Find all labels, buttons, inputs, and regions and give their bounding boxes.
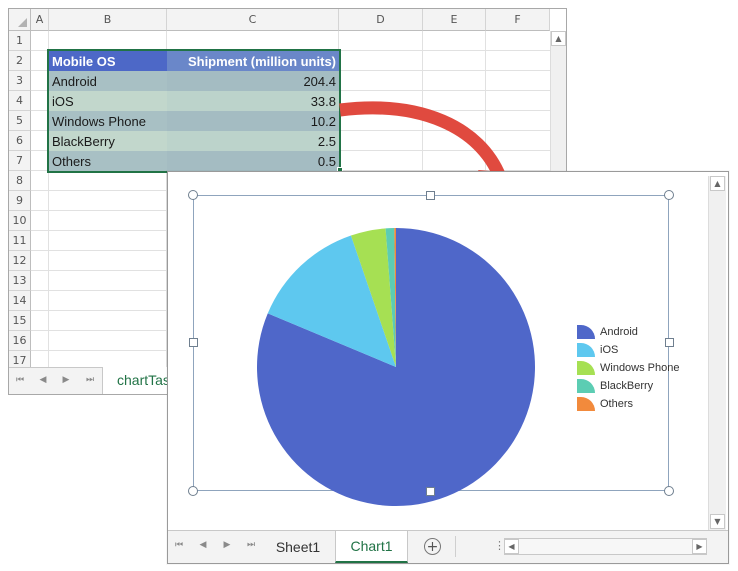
column-header-a[interactable]: A	[31, 9, 49, 31]
legend-label: BlackBerry	[600, 380, 654, 392]
resize-handle-left[interactable]	[189, 338, 198, 347]
scroll-left-icon[interactable]: ◀	[504, 539, 519, 554]
first-sheet-icon[interactable]: ⏮	[170, 540, 188, 550]
table-cell-value[interactable]: 2.5	[167, 131, 339, 151]
pie-chart[interactable]	[256, 227, 536, 507]
row-header-14[interactable]: 14	[9, 291, 31, 311]
legend-swatch-others	[577, 397, 595, 411]
horizontal-scrollbar[interactable]: ◀ ▶	[504, 538, 707, 555]
table-header-shipment[interactable]: Shipment (million units)	[167, 51, 339, 71]
legend-swatch-blackberry	[577, 379, 595, 393]
last-sheet-icon[interactable]: ⏭	[242, 540, 260, 550]
tab-chart1[interactable]: Chart1	[335, 531, 408, 563]
row-header-15[interactable]: 15	[9, 311, 31, 331]
legend-label: Others	[600, 398, 634, 410]
legend-item[interactable]: Windows Phone	[577, 359, 680, 377]
chart-sheet-window: ▲ ▼ Android iOS Windows Phone BlackBerry	[167, 171, 729, 564]
legend-swatch-android	[577, 325, 595, 339]
prev-sheet-icon[interactable]: ◀	[194, 540, 212, 550]
resize-handle-top-right[interactable]	[664, 190, 674, 200]
resize-handle-bottom-right[interactable]	[664, 486, 674, 496]
legend-swatch-ios	[577, 343, 595, 357]
row-header-16[interactable]: 16	[9, 331, 31, 351]
tab-sheet1[interactable]: Sheet1	[263, 531, 333, 563]
scroll-down-icon[interactable]: ▼	[710, 514, 725, 529]
chart-legend[interactable]: Android iOS Windows Phone BlackBerry Oth…	[577, 323, 680, 413]
row-header-5[interactable]: 5	[9, 111, 31, 131]
row-header-8[interactable]: 8	[9, 171, 31, 191]
table-cell-os[interactable]: BlackBerry	[49, 131, 167, 151]
scroll-right-icon[interactable]: ▶	[692, 539, 707, 554]
table-cell-value[interactable]: 0.5	[167, 151, 339, 171]
scroll-up-icon[interactable]: ▲	[710, 176, 725, 191]
table-header-os[interactable]: Mobile OS	[49, 51, 167, 71]
prev-sheet-icon[interactable]: ◀	[34, 375, 52, 385]
row-header-3[interactable]: 3	[9, 71, 31, 91]
row-header-7[interactable]: 7	[9, 151, 31, 171]
table-cell-os[interactable]: Android	[49, 71, 167, 91]
table-cell-value[interactable]: 33.8	[167, 91, 339, 111]
table-cell-os[interactable]: iOS	[49, 91, 167, 111]
next-sheet-icon[interactable]: ▶	[218, 540, 236, 550]
row-header-1[interactable]: 1	[9, 31, 31, 51]
row-header-13[interactable]: 13	[9, 271, 31, 291]
select-all-corner[interactable]	[9, 9, 31, 31]
legend-label: iOS	[600, 344, 619, 356]
sheet-tab-bar: ⏮ ◀ ▶ ⏭ Sheet1 Chart1 + ⋮ ◀ ▶	[168, 530, 728, 563]
row-header-11[interactable]: 11	[9, 231, 31, 251]
next-sheet-icon[interactable]: ▶	[57, 375, 75, 385]
legend-item[interactable]: BlackBerry	[577, 377, 680, 395]
plus-circle-icon[interactable]: +	[424, 538, 441, 555]
legend-swatch-windows-phone	[577, 361, 595, 375]
tab-separator	[455, 536, 456, 557]
row-header-12[interactable]: 12	[9, 251, 31, 271]
scroll-up-icon[interactable]: ▲	[551, 31, 566, 46]
resize-handle-bottom-left[interactable]	[188, 486, 198, 496]
column-header-c[interactable]: C	[167, 9, 339, 31]
column-header-f[interactable]: F	[486, 9, 550, 31]
resize-handle-right[interactable]	[665, 338, 674, 347]
row-header-9[interactable]: 9	[9, 191, 31, 211]
resize-handle-top-left[interactable]	[188, 190, 198, 200]
column-header-d[interactable]: D	[339, 9, 423, 31]
table-cell-os[interactable]: Windows Phone	[49, 111, 167, 131]
column-header-b[interactable]: B	[49, 9, 167, 31]
legend-label: Windows Phone	[600, 362, 680, 374]
row-header-10[interactable]: 10	[9, 211, 31, 231]
row-header-6[interactable]: 6	[9, 131, 31, 151]
last-sheet-icon[interactable]: ⏭	[81, 375, 99, 385]
vertical-scrollbar[interactable]: ▲ ▼	[708, 176, 726, 530]
resize-handle-bottom[interactable]	[426, 487, 435, 496]
first-sheet-icon[interactable]: ⏮	[11, 375, 29, 385]
chart-area[interactable]: Android iOS Windows Phone BlackBerry Oth…	[193, 195, 680, 507]
legend-label: Android	[600, 326, 638, 338]
table-cell-value[interactable]: 10.2	[167, 111, 339, 131]
table-cell-os[interactable]: Others	[49, 151, 167, 171]
column-header-e[interactable]: E	[423, 9, 486, 31]
select-all-triangle-icon	[18, 18, 27, 27]
row-header-2[interactable]: 2	[9, 51, 31, 71]
table-cell-value[interactable]: 204.4	[167, 71, 339, 91]
row-header-4[interactable]: 4	[9, 91, 31, 111]
legend-item[interactable]: Others	[577, 395, 680, 413]
resize-handle-top[interactable]	[426, 191, 435, 200]
